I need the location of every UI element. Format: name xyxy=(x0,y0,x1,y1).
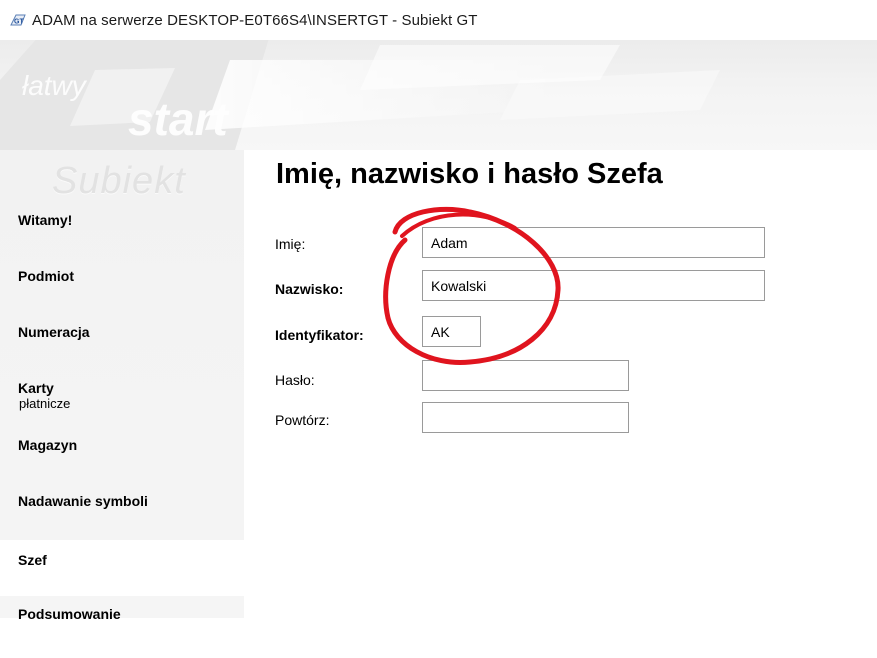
repeat-password-input[interactable] xyxy=(422,402,629,433)
sidebar-item-szef[interactable]: Szef xyxy=(0,540,244,596)
sidebar-item-numeracja[interactable]: Numeracja xyxy=(0,324,244,376)
window-title: ADAM na serwerze DESKTOP-E0T66S4\INSERTG… xyxy=(32,11,478,29)
sidebar-item-label: Podmiot xyxy=(18,268,74,284)
sidebar-item-label: Nadawanie symboli xyxy=(18,493,148,509)
identifier-input[interactable] xyxy=(422,316,481,347)
header-banner: łatwy start xyxy=(0,40,877,150)
sidebar-item-label: Szef xyxy=(18,552,47,568)
page-title: Imię, nazwisko i hasło Szefa xyxy=(276,158,663,190)
window-title-bar: GT ADAM na serwerze DESKTOP-E0T66S4\INSE… xyxy=(0,0,877,40)
repeat-password-label: Powtórz: xyxy=(275,412,330,428)
sidebar-item-label: Numeracja xyxy=(18,324,90,340)
identifier-label: Identyfikator: xyxy=(275,327,364,343)
banner-tagline: łatwy xyxy=(22,70,86,102)
sidebar-item-karty[interactable]: Karty płatnicze xyxy=(0,380,244,432)
sidebar-item-label: Magazyn xyxy=(18,437,78,453)
sidebar-item-nadawanie-symboli[interactable]: Nadawanie symboli xyxy=(0,493,244,545)
sidebar-item-podmiot[interactable]: Podmiot xyxy=(0,268,244,320)
password-input[interactable] xyxy=(422,360,629,391)
sidebar-item-witamy[interactable]: Witamy! xyxy=(0,212,244,264)
sidebar-item-sublabel: płatnicze xyxy=(19,396,71,411)
sidebar: Subiekt Witamy! Podmiot Numeracja Karty … xyxy=(0,150,244,622)
sidebar-item-label: Witamy! xyxy=(18,212,73,228)
main-panel: Imię, nazwisko i hasło Szefa Imię: Nazwi… xyxy=(244,150,877,618)
first-name-label: Imię: xyxy=(275,236,306,252)
tagline-word-start: start xyxy=(128,93,228,145)
password-label: Hasło: xyxy=(275,372,315,388)
sidebar-item-label: Podsumowanie xyxy=(18,606,121,622)
sidebar-item-label: Karty xyxy=(18,380,54,396)
last-name-input[interactable] xyxy=(422,270,765,301)
sidebar-item-magazyn[interactable]: Magazyn xyxy=(0,437,244,489)
subiekt-gt-icon: GT xyxy=(10,12,26,28)
svg-text:GT: GT xyxy=(14,19,24,26)
tagline-word-latwy: łatwy xyxy=(22,70,86,101)
last-name-label: Nazwisko: xyxy=(275,281,344,297)
sidebar-item-podsumowanie[interactable]: Podsumowanie xyxy=(0,606,244,658)
subiekt-logo: Subiekt xyxy=(52,160,186,202)
first-name-input[interactable] xyxy=(422,227,765,258)
banner-tagline-start: start xyxy=(128,92,228,146)
